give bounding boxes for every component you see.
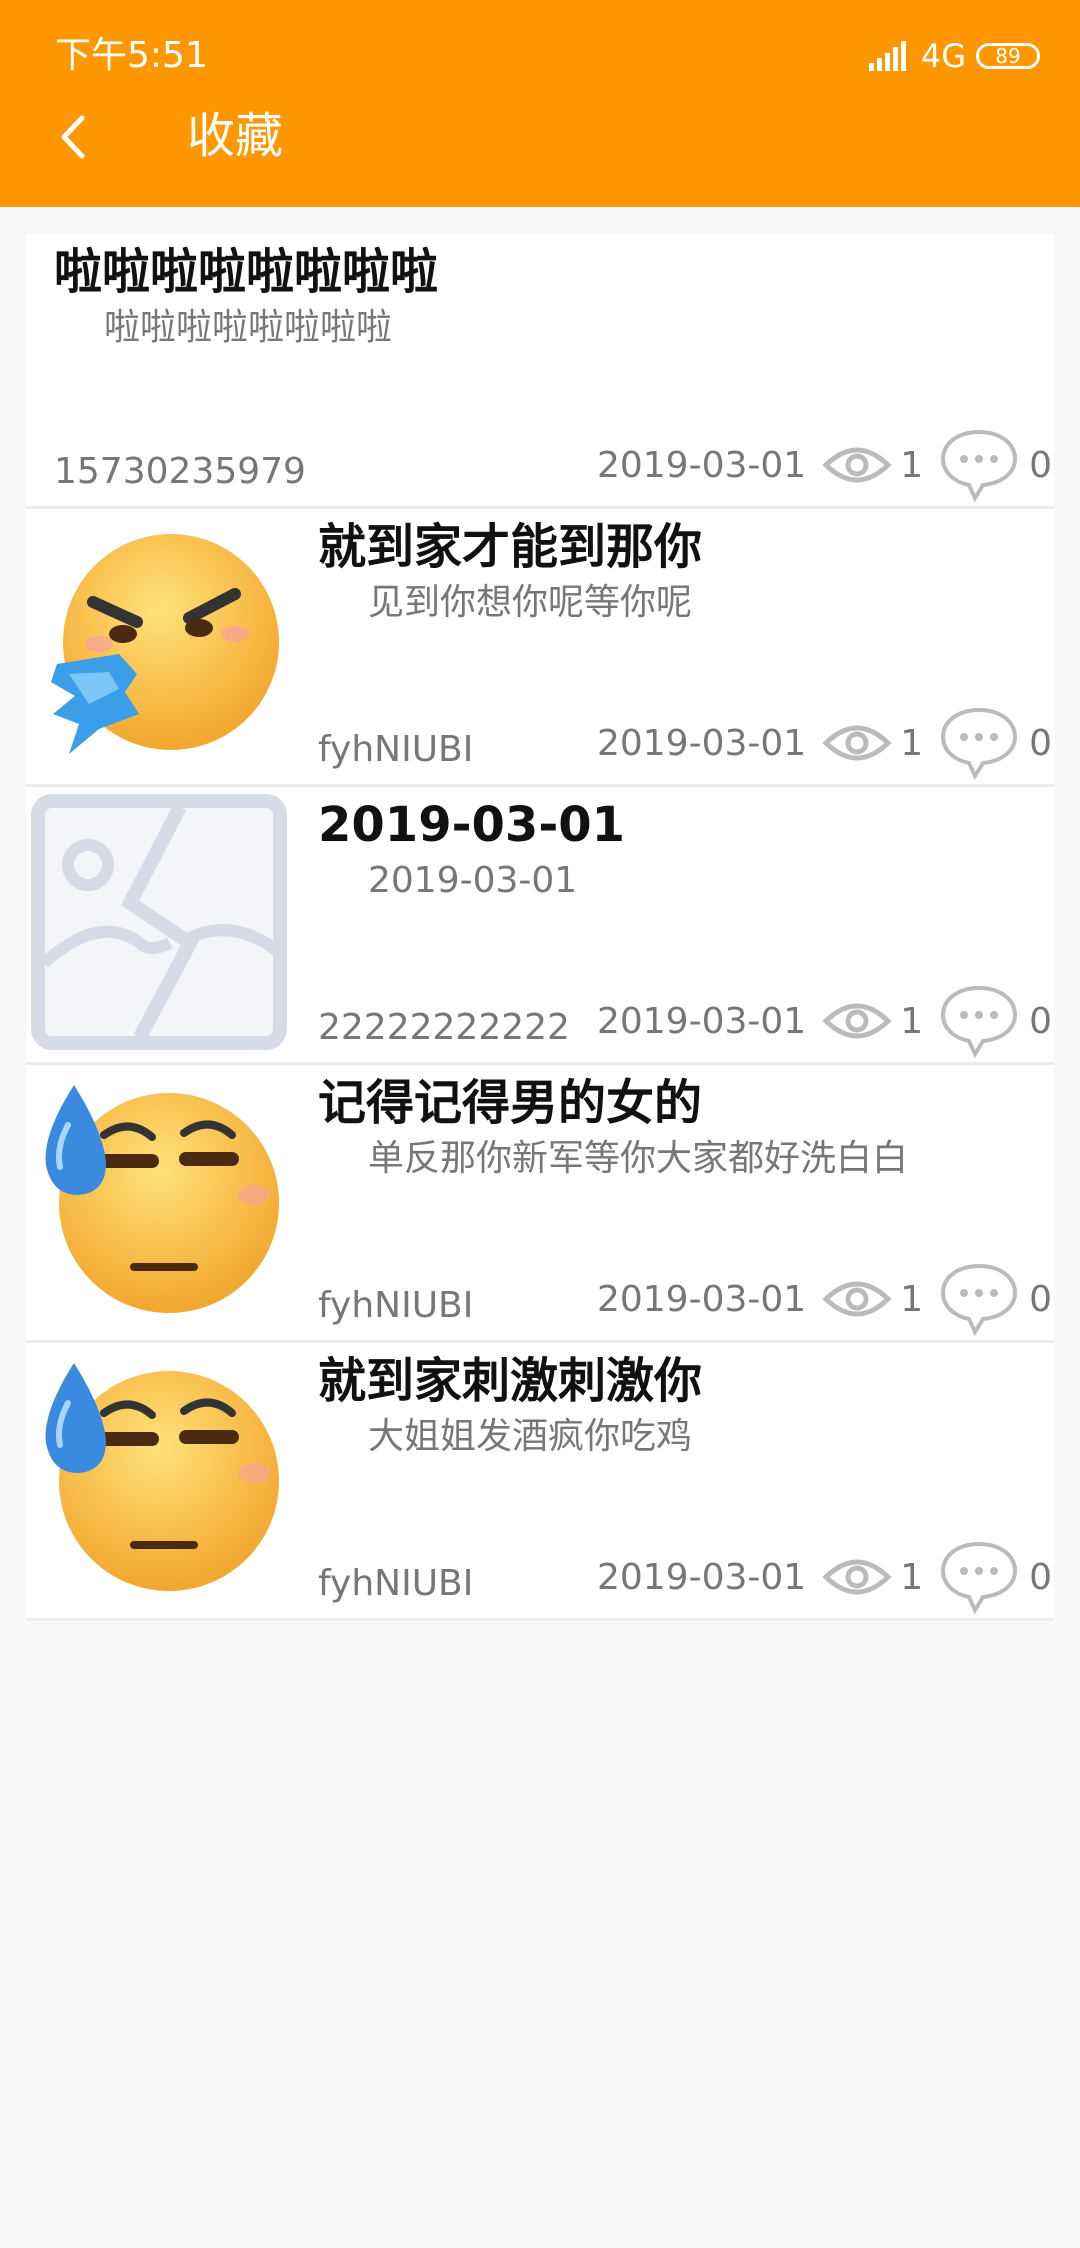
favorite-author: fyhNIUBI xyxy=(318,1285,474,1326)
comment-icon xyxy=(941,1263,1018,1336)
favorite-date: 2019-03-01 xyxy=(596,1556,807,1598)
status-time: 下午5:51 xyxy=(55,35,208,76)
battery-level: 89 xyxy=(995,44,1021,68)
eye-icon xyxy=(822,725,892,761)
favorites-list: 啦啦啦啦啦啦啦啦 啦啦啦啦啦啦啦啦 15730235979 2019-03-01… xyxy=(26,234,1054,1621)
sweat-emoji-icon xyxy=(45,1363,279,1591)
favorite-subtitle: 2019-03-01 xyxy=(368,860,578,901)
view-count: 1 xyxy=(900,1556,924,1598)
favorite-title: 2019-03-01 xyxy=(318,797,626,853)
comment-icon xyxy=(941,985,1018,1058)
favorite-thumbnail xyxy=(26,1345,292,1611)
favorite-item[interactable]: 2019-03-01 2019-03-01 22222222222 2019-0… xyxy=(26,787,1054,1065)
favorite-subtitle: 单反那你新军等你大家都好洗白白 xyxy=(368,1138,909,1179)
eye-icon xyxy=(822,1559,892,1595)
view-count: 1 xyxy=(900,1278,924,1320)
favorite-item[interactable]: 记得记得男的女的 单反那你新军等你大家都好洗白白 fyhNIUBI 2019-0… xyxy=(26,1065,1054,1343)
favorite-subtitle: 大姐姐发酒疯你吃鸡 xyxy=(368,1416,693,1457)
favorite-meta: 2019-03-01 1 0 xyxy=(596,1541,1054,1614)
comment-count: 0 xyxy=(1029,722,1052,764)
favorite-meta: 2019-03-01 1 0 xyxy=(596,1263,1054,1336)
chevron-left-icon xyxy=(61,115,85,159)
favorite-content: 2019-03-01 2019-03-01 22222222222 2019-0… xyxy=(318,787,1054,1062)
angry-emoji-icon xyxy=(51,534,279,754)
comment-count: 0 xyxy=(1029,1000,1052,1042)
comment-icon xyxy=(941,707,1018,780)
favorite-meta: 2019-03-01 1 0 xyxy=(596,707,1054,780)
favorite-item[interactable]: 就到家才能到那你 见到你想你呢等你呢 fyhNIUBI 2019-03-01 1… xyxy=(26,509,1054,787)
app-header: 下午5:51 4G 89 收藏 xyxy=(0,0,1080,207)
view-count: 1 xyxy=(900,444,924,486)
comment-count: 0 xyxy=(1029,1556,1052,1598)
favorite-author: 22222222222 xyxy=(318,1007,570,1048)
favorite-date: 2019-03-01 xyxy=(596,444,807,486)
favorite-title: 啦啦啦啦啦啦啦啦 xyxy=(54,244,439,300)
status-icons: 4G 89 xyxy=(868,36,1040,76)
favorite-meta: 2019-03-01 1 0 xyxy=(596,985,1054,1058)
favorite-thumbnail xyxy=(26,789,292,1055)
signal-icon xyxy=(868,41,906,71)
eye-icon xyxy=(822,447,892,483)
comment-count: 0 xyxy=(1029,444,1052,486)
favorite-date: 2019-03-01 xyxy=(596,722,807,764)
eye-icon xyxy=(822,1281,892,1317)
favorite-item[interactable]: 啦啦啦啦啦啦啦啦 啦啦啦啦啦啦啦啦 15730235979 2019-03-01… xyxy=(26,234,1054,509)
favorite-author: 15730235979 xyxy=(54,451,306,492)
favorite-subtitle: 见到你想你呢等你呢 xyxy=(368,582,693,623)
favorite-meta: 2019-03-01 1 0 xyxy=(596,429,1054,502)
favorite-thumbnail xyxy=(26,1067,292,1333)
view-count: 1 xyxy=(900,1000,924,1042)
favorite-date: 2019-03-01 xyxy=(596,1278,807,1320)
sweat-emoji-icon xyxy=(45,1085,279,1313)
favorite-content: 记得记得男的女的 单反那你新军等你大家都好洗白白 fyhNIUBI 2019-0… xyxy=(318,1065,1054,1340)
favorite-subtitle: 啦啦啦啦啦啦啦啦 xyxy=(104,307,393,348)
comment-count: 0 xyxy=(1029,1278,1052,1320)
favorite-content: 就到家才能到那你 见到你想你呢等你呢 fyhNIUBI 2019-03-01 1… xyxy=(318,509,1054,784)
favorite-item[interactable]: 就到家刺激刺激你 大姐姐发酒疯你吃鸡 fyhNIUBI 2019-03-01 1… xyxy=(26,1343,1054,1621)
image-placeholder-icon xyxy=(31,794,287,1050)
favorite-title: 就到家刺激刺激你 xyxy=(318,1353,703,1409)
eye-icon xyxy=(822,1003,892,1039)
back-button[interactable] xyxy=(56,112,88,162)
favorite-content: 就到家刺激刺激你 大姐姐发酒疯你吃鸡 fyhNIUBI 2019-03-01 1… xyxy=(318,1343,1054,1618)
comment-icon xyxy=(941,1541,1018,1614)
page-title: 收藏 xyxy=(187,108,284,164)
favorite-content: 啦啦啦啦啦啦啦啦 啦啦啦啦啦啦啦啦 15730235979 2019-03-01… xyxy=(54,234,1054,506)
network-type: 4G xyxy=(920,37,966,75)
favorite-title: 记得记得男的女的 xyxy=(318,1075,703,1131)
favorite-title: 就到家才能到那你 xyxy=(318,519,703,575)
comment-icon xyxy=(941,429,1018,502)
battery-icon: 89 xyxy=(976,43,1040,69)
favorite-thumbnail xyxy=(26,511,292,777)
view-count: 1 xyxy=(900,722,924,764)
favorite-author: fyhNIUBI xyxy=(318,729,474,770)
favorite-date: 2019-03-01 xyxy=(596,1000,807,1042)
favorite-author: fyhNIUBI xyxy=(318,1563,474,1604)
